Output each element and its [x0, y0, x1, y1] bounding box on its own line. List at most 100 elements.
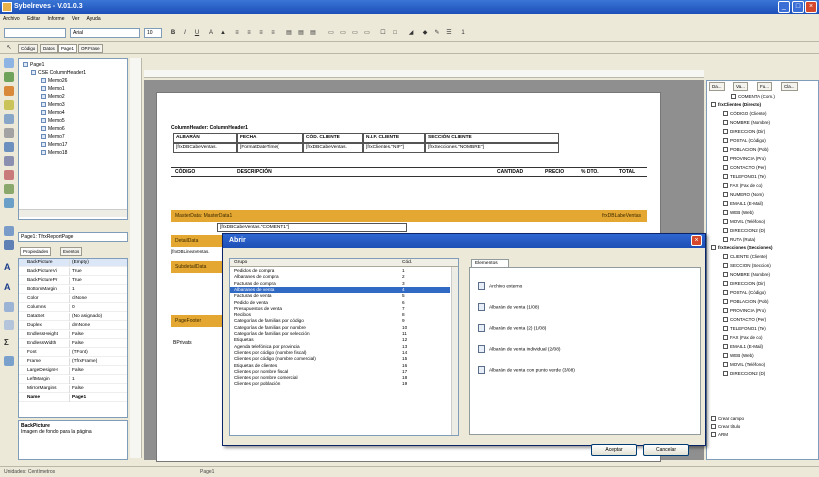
property-row[interactable]: Duplex dmNone: [19, 322, 127, 330]
property-row[interactable]: DataSet (No asignado): [19, 313, 127, 321]
tree-root[interactable]: Page1: [23, 61, 44, 69]
property-row[interactable]: LargeDesignH False: [19, 367, 127, 375]
memo-tool-icon[interactable]: [4, 226, 14, 236]
checkbox[interactable]: [711, 416, 716, 422]
frame-right-icon[interactable]: ▭: [362, 28, 372, 38]
grid-tool-icon[interactable]: [4, 156, 14, 166]
menu-ver[interactable]: Ver: [72, 16, 80, 22]
field-item[interactable]: WEB (Web): [723, 352, 754, 360]
group-list-row[interactable]: Clientes por población 19: [230, 381, 450, 387]
barcode-tool-icon[interactable]: [4, 356, 14, 366]
hand-tool-icon[interactable]: [4, 72, 14, 82]
property-row[interactable]: EndlessHeight False: [19, 331, 127, 339]
property-row[interactable]: MirrorMargins False: [19, 385, 127, 393]
align-left-icon[interactable]: ≡: [232, 28, 242, 38]
line-tool-icon[interactable]: [4, 302, 14, 312]
field-item[interactable]: PROVINCIA (Pro): [723, 307, 766, 315]
tree-horizontal-scrollbar[interactable]: [19, 209, 127, 217]
list-scrollbar[interactable]: [451, 267, 458, 435]
field-item[interactable]: POSTAL (Código): [723, 137, 766, 145]
close-button[interactable]: ×: [805, 1, 817, 13]
property-value[interactable]: 1: [69, 286, 125, 294]
valign-middle-icon[interactable]: ▤: [296, 28, 306, 38]
style-combo[interactable]: [4, 28, 66, 38]
property-value[interactable]: (Empty): [69, 259, 125, 267]
subreport-tool-icon[interactable]: [4, 198, 14, 208]
field-item[interactable]: EMAIL1 (E-Mail): [723, 200, 763, 208]
tree-item-memo[interactable]: Memo26: [41, 77, 67, 85]
property-value[interactable]: dmNone: [69, 322, 125, 330]
frame-none-icon[interactable]: □: [390, 28, 400, 38]
property-value[interactable]: 0: [69, 304, 125, 312]
tree-item-memo[interactable]: Memo1: [41, 85, 65, 93]
frame-bottom-icon[interactable]: ▭: [338, 28, 348, 38]
property-value[interactable]: True: [69, 277, 125, 285]
field-item[interactable]: POSTAL (Código): [723, 289, 766, 297]
field-item[interactable]: SECCION (Seccion): [723, 262, 771, 270]
bold-button[interactable]: B: [168, 28, 178, 38]
master-data-band[interactable]: MasterData: MasterData1 frxDBLabeVentas: [171, 210, 647, 222]
frame-all-icon[interactable]: ☐: [378, 28, 388, 38]
property-value[interactable]: clNone: [69, 295, 125, 303]
header-cell-albaran[interactable]: ALBARÁN: [173, 133, 237, 143]
band-tool-icon[interactable]: [4, 114, 14, 124]
property-row[interactable]: BottomMargin 1: [19, 286, 127, 294]
value-cell[interactable]: [frxDBCabeVentas.: [303, 143, 363, 153]
fill-color-icon[interactable]: ◆: [420, 28, 430, 38]
tab-funciones[interactable]: Fu...: [757, 82, 773, 91]
property-row[interactable]: EndlessWidth False: [19, 340, 127, 348]
field-item[interactable]: WEB (Web): [723, 209, 754, 217]
tab-clases[interactable]: Cla...: [781, 82, 798, 91]
property-row[interactable]: Frame (TfrxFrame): [19, 358, 127, 366]
field-item[interactable]: CLIENTE (Cliente): [723, 253, 767, 261]
field-item[interactable]: NUMERO (Nom): [723, 191, 764, 199]
tab-propiedades[interactable]: Propiedades: [20, 247, 52, 256]
property-value[interactable]: False: [69, 385, 125, 393]
value-cell[interactable]: [FormatDateTime(: [237, 143, 303, 153]
menu-ayuda[interactable]: Ayuda: [87, 16, 101, 22]
property-value[interactable]: 1: [69, 376, 125, 384]
dataset-group[interactable]: frxClientes (Directo): [711, 101, 761, 109]
dialog-close-icon[interactable]: ×: [691, 235, 702, 246]
tree-item-memo[interactable]: Memo4: [41, 109, 65, 117]
field-item[interactable]: NOMBRE (Nombre): [723, 271, 770, 279]
property-row[interactable]: BackPictureVi True: [19, 268, 127, 276]
element-item[interactable]: Archivo externo: [478, 282, 522, 292]
frame-top-icon[interactable]: ▭: [326, 28, 336, 38]
tree-item-memo[interactable]: Memo3: [41, 101, 65, 109]
property-row[interactable]: Columns 0: [19, 304, 127, 312]
dataset-group[interactable]: frxSecciones (Secciones): [711, 244, 773, 252]
property-value[interactable]: (TFont): [69, 349, 125, 357]
checkbox[interactable]: [711, 424, 716, 430]
field-item[interactable]: CÓDIGO (Cliente): [723, 110, 767, 118]
property-row[interactable]: Font (TFont): [19, 349, 127, 357]
field-item[interactable]: POBLACION (Pob): [723, 298, 769, 306]
check-crear-titulo[interactable]: Crear título: [711, 423, 740, 431]
field-item[interactable]: DIRECCION (Dir): [723, 128, 765, 136]
shadow-icon[interactable]: ◢: [406, 28, 416, 38]
tab-eventos[interactable]: Eventos: [60, 247, 83, 256]
field-item[interactable]: DIRECCION (Dir): [723, 280, 765, 288]
rich-tool-icon[interactable]: [4, 240, 14, 250]
sum-tool-icon[interactable]: Σ: [4, 338, 14, 348]
property-value[interactable]: True: [69, 268, 125, 276]
header-codigo[interactable]: Cód.: [402, 259, 412, 267]
valign-top-icon[interactable]: ▤: [284, 28, 294, 38]
field-item[interactable]: FAX (Fax de co): [723, 182, 763, 190]
element-item[interactable]: Albarán de venta (2) (1/08): [478, 324, 546, 334]
check-crear-campo[interactable]: Crear campo: [711, 415, 744, 423]
menu-archivo[interactable]: Archivo: [3, 16, 20, 22]
property-value[interactable]: False: [69, 340, 125, 348]
field-item[interactable]: TELEFONO1 (Te): [723, 173, 766, 181]
menu-informe[interactable]: Informe: [48, 16, 65, 22]
header-grupo[interactable]: Grupo: [234, 259, 247, 267]
tree-item-memo[interactable]: Memo6: [41, 125, 65, 133]
tab-variables[interactable]: Va...: [733, 82, 748, 91]
tree-child[interactable]: CSE ColumnHeader1: [31, 69, 86, 77]
line-style-icon[interactable]: ☰: [444, 28, 454, 38]
cancel-button[interactable]: Cancelar: [643, 444, 689, 456]
tree-item-memo[interactable]: Memo2: [41, 93, 65, 101]
pointer-icon[interactable]: ↖: [4, 43, 14, 53]
total-label[interactable]: BPrivats: [173, 340, 192, 346]
header-cell-seccion[interactable]: SECCIÓN CLIENTE: [425, 133, 559, 143]
